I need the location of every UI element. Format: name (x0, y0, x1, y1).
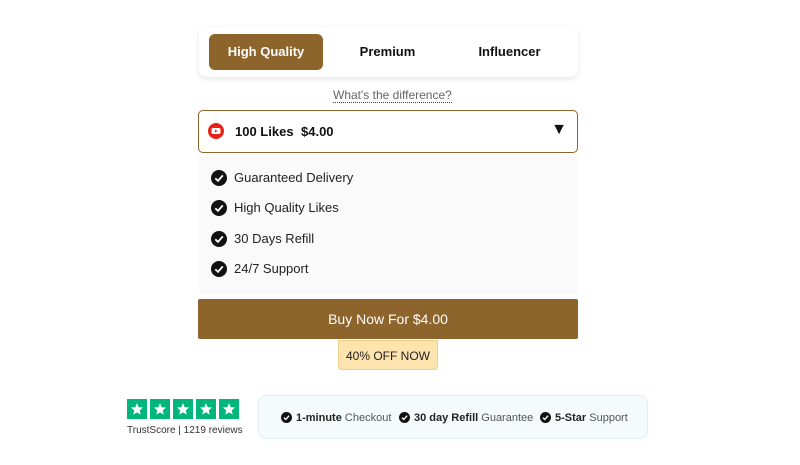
star-icon (196, 399, 216, 419)
list-item: 24/7 Support (211, 260, 308, 278)
difference-link[interactable]: What's the difference? (333, 88, 452, 103)
discount-badge: 40% OFF NOW (338, 340, 438, 370)
perk-bold: 5-Star (555, 412, 587, 424)
chevron-down-icon[interactable]: ▼ (551, 121, 567, 139)
tab-high-quality[interactable]: High Quality (209, 34, 323, 70)
feature-text: 24/7 Support (234, 261, 309, 276)
perk-item: 1-minute Checkout (281, 410, 391, 426)
feature-text: Guaranteed Delivery (234, 170, 354, 185)
check-circle-icon (540, 411, 551, 423)
star-icon (173, 399, 193, 419)
trustscore-text[interactable]: TrustScore | 1219 reviews (127, 425, 243, 436)
buy-now-button[interactable]: Buy Now For $4.00 (198, 299, 578, 339)
list-item: Guaranteed Delivery (211, 169, 353, 187)
check-circle-icon (211, 230, 227, 247)
feature-text: 30 Days Refill (234, 231, 315, 246)
perk-text: Support (589, 412, 628, 424)
star-icon (219, 399, 239, 419)
package-label: 100 Likes (235, 124, 294, 139)
feature-text: High Quality Likes (234, 200, 339, 215)
list-item: High Quality Likes (211, 199, 339, 217)
perk-text: Checkout (344, 412, 392, 424)
check-circle-icon (211, 199, 227, 216)
perk-bold: 1-minute (296, 412, 342, 424)
perks-bar: 1-minute Checkout 30 day Refill Guarante… (258, 395, 648, 439)
package-price: $4.00 (301, 124, 334, 139)
check-circle-icon (281, 411, 292, 423)
perk-bold: 30 day Refill (414, 412, 479, 424)
tab-premium[interactable]: Premium (330, 34, 445, 70)
check-circle-icon (399, 411, 410, 423)
check-circle-icon (211, 260, 227, 277)
feature-list: Guaranteed Delivery High Quality Likes 3… (199, 156, 578, 294)
list-item: 30 Days Refill (211, 230, 314, 248)
perk-text: Guarantee (481, 412, 534, 424)
star-icon (127, 399, 147, 419)
check-circle-icon (211, 169, 227, 186)
tab-influencer[interactable]: Influencer (452, 34, 567, 70)
package-select[interactable]: 100 Likes $4.00 ▼ (198, 110, 578, 153)
star-icon (150, 399, 170, 419)
perk-item: 5-Star Support (540, 410, 628, 426)
quality-tabs: High Quality Premium Influencer (199, 27, 578, 77)
perk-item: 30 day Refill Guarantee (399, 410, 533, 426)
youtube-icon (208, 123, 224, 139)
